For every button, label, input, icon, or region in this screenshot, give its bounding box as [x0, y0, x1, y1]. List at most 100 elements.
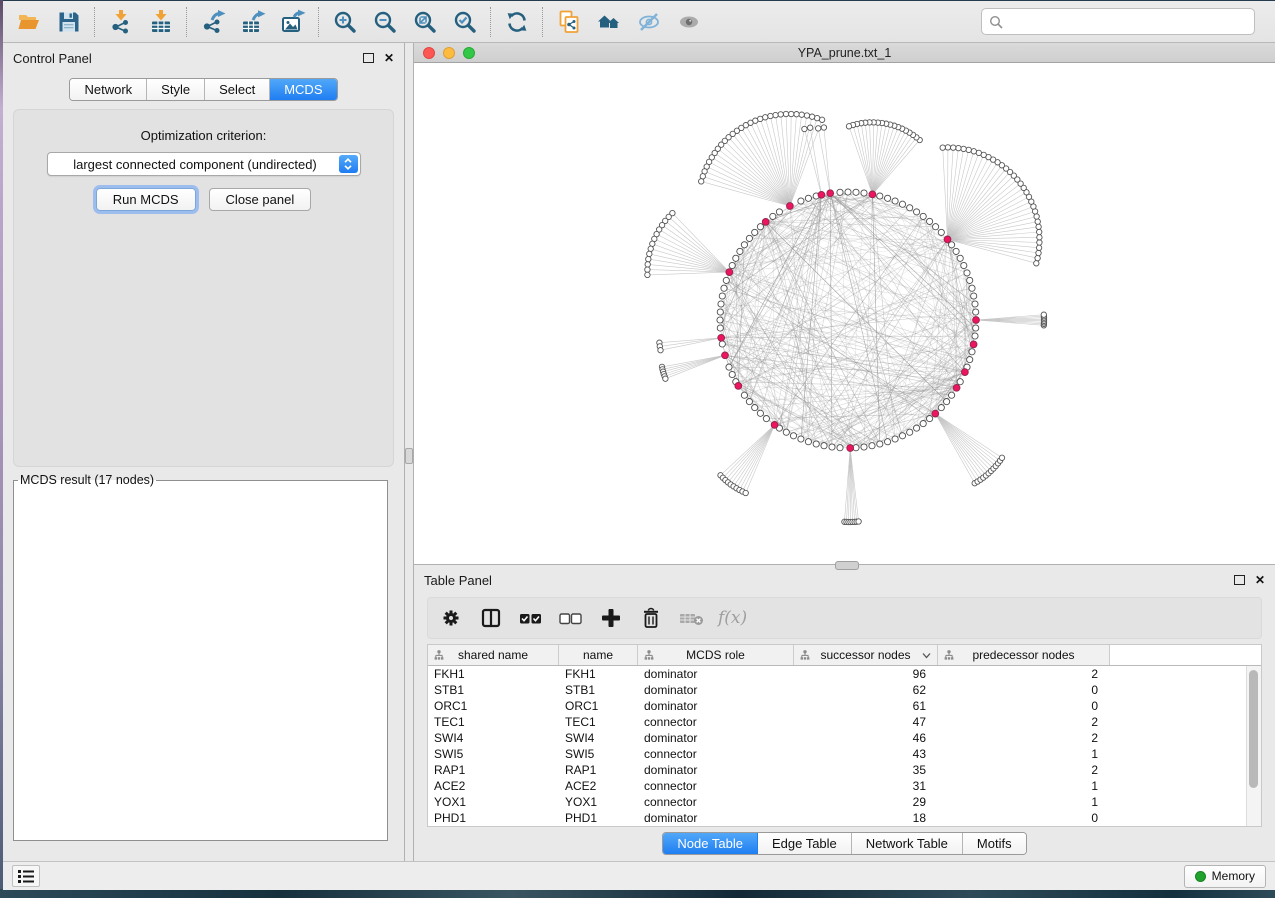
- table-row[interactable]: SWI5SWI5connector431: [428, 746, 1247, 762]
- network-node[interactable]: [804, 113, 809, 118]
- add-column-button[interactable]: [598, 605, 624, 631]
- network-node[interactable]: [798, 436, 804, 442]
- network-node[interactable]: [940, 145, 945, 150]
- table-scrollbar-thumb[interactable]: [1249, 670, 1258, 788]
- network-node[interactable]: [719, 293, 725, 299]
- hide-selected-button[interactable]: [631, 5, 667, 39]
- network-node[interactable]: [717, 325, 723, 331]
- tab-mcds[interactable]: MCDS: [270, 79, 336, 100]
- network-node[interactable]: [647, 251, 652, 256]
- mcds-hub-node[interactable]: [869, 191, 876, 198]
- network-node[interactable]: [907, 205, 913, 211]
- mcds-hub-node[interactable]: [827, 190, 834, 197]
- deselect-all-button[interactable]: [558, 605, 584, 631]
- network-node[interactable]: [718, 301, 724, 307]
- network-node[interactable]: [1041, 312, 1046, 317]
- network-node[interactable]: [737, 248, 743, 254]
- column-header-MCDS-role[interactable]: MCDS role: [638, 645, 794, 665]
- table-row[interactable]: STB1STB1dominator620: [428, 682, 1247, 698]
- select-all-button[interactable]: [518, 605, 544, 631]
- network-node[interactable]: [813, 441, 819, 447]
- network-node[interactable]: [1034, 214, 1039, 219]
- network-node[interactable]: [877, 193, 883, 199]
- network-node[interactable]: [949, 392, 955, 398]
- network-node[interactable]: [763, 416, 769, 422]
- refresh-button[interactable]: [499, 5, 535, 39]
- float-panel-icon[interactable]: [363, 53, 374, 63]
- network-node[interactable]: [1036, 245, 1041, 250]
- mcds-hub-node[interactable]: [932, 410, 939, 417]
- table-row[interactable]: SWI4SWI4dominator462: [428, 730, 1247, 746]
- network-node[interactable]: [927, 218, 933, 224]
- table-tab-motifs[interactable]: Motifs: [963, 833, 1026, 854]
- network-node[interactable]: [746, 399, 752, 405]
- network-node[interactable]: [726, 364, 732, 370]
- network-node[interactable]: [899, 201, 905, 207]
- network-node[interactable]: [920, 213, 926, 219]
- network-node[interactable]: [645, 272, 650, 277]
- save-session-button[interactable]: [51, 5, 87, 39]
- network-node[interactable]: [861, 190, 867, 196]
- network-node[interactable]: [778, 112, 783, 117]
- mcds-hub-node[interactable]: [718, 334, 725, 341]
- export-network-button[interactable]: [195, 5, 231, 39]
- network-node[interactable]: [645, 267, 650, 272]
- network-node[interactable]: [799, 112, 804, 117]
- network-node[interactable]: [956, 145, 961, 150]
- run-mcds-button[interactable]: Run MCDS: [96, 188, 196, 211]
- mcds-hub-node[interactable]: [847, 445, 854, 452]
- network-canvas[interactable]: [414, 63, 1275, 564]
- network-node[interactable]: [808, 125, 813, 130]
- tab-network[interactable]: Network: [70, 79, 147, 100]
- import-network-button[interactable]: [103, 5, 139, 39]
- network-node[interactable]: [719, 341, 725, 347]
- network-node[interactable]: [938, 405, 944, 411]
- open-file-button[interactable]: [11, 5, 47, 39]
- network-node[interactable]: [821, 125, 826, 130]
- network-node[interactable]: [938, 229, 944, 235]
- search-input[interactable]: [1007, 11, 1254, 33]
- network-node[interactable]: [805, 195, 811, 201]
- network-node[interactable]: [966, 147, 971, 152]
- network-node[interactable]: [1036, 224, 1041, 229]
- network-node[interactable]: [837, 189, 843, 195]
- network-node[interactable]: [971, 149, 976, 154]
- task-history-button[interactable]: [12, 865, 40, 887]
- criterion-select[interactable]: largest connected component (undirected): [47, 152, 361, 176]
- network-node[interactable]: [856, 519, 861, 524]
- network-node[interactable]: [961, 146, 966, 151]
- import-table-button[interactable]: [143, 5, 179, 39]
- network-node[interactable]: [773, 112, 778, 117]
- vertical-splitter[interactable]: [404, 43, 414, 861]
- tab-style[interactable]: Style: [147, 79, 205, 100]
- network-node[interactable]: [816, 126, 821, 131]
- network-node[interactable]: [877, 441, 883, 447]
- float-panel-icon[interactable]: [1234, 575, 1245, 585]
- network-node[interactable]: [741, 242, 747, 248]
- clone-network-button[interactable]: [551, 5, 587, 39]
- network-node[interactable]: [971, 293, 977, 299]
- mcds-hub-node[interactable]: [726, 269, 733, 276]
- network-node[interactable]: [969, 285, 975, 291]
- network-node[interactable]: [743, 490, 748, 495]
- network-node[interactable]: [972, 301, 978, 307]
- table-row[interactable]: YOX1YOX1connector291: [428, 794, 1247, 810]
- network-node[interactable]: [973, 309, 979, 315]
- network-node[interactable]: [957, 255, 963, 261]
- network-graph[interactable]: [414, 63, 1275, 563]
- network-node[interactable]: [1035, 255, 1040, 260]
- network-node[interactable]: [885, 439, 891, 445]
- network-node[interactable]: [790, 433, 796, 439]
- network-node[interactable]: [885, 195, 891, 201]
- mcds-hub-node[interactable]: [787, 203, 794, 210]
- network-node[interactable]: [741, 392, 747, 398]
- export-image-button[interactable]: [275, 5, 311, 39]
- network-node[interactable]: [1036, 250, 1041, 255]
- network-node[interactable]: [752, 405, 758, 411]
- network-node[interactable]: [829, 444, 835, 450]
- network-node[interactable]: [1035, 219, 1040, 224]
- table-tab-edge-table[interactable]: Edge Table: [758, 833, 852, 854]
- table-row[interactable]: TEC1TEC1connector472: [428, 714, 1247, 730]
- table-tab-node-table[interactable]: Node Table: [663, 833, 758, 854]
- horizontal-splitter-grip[interactable]: [835, 561, 859, 570]
